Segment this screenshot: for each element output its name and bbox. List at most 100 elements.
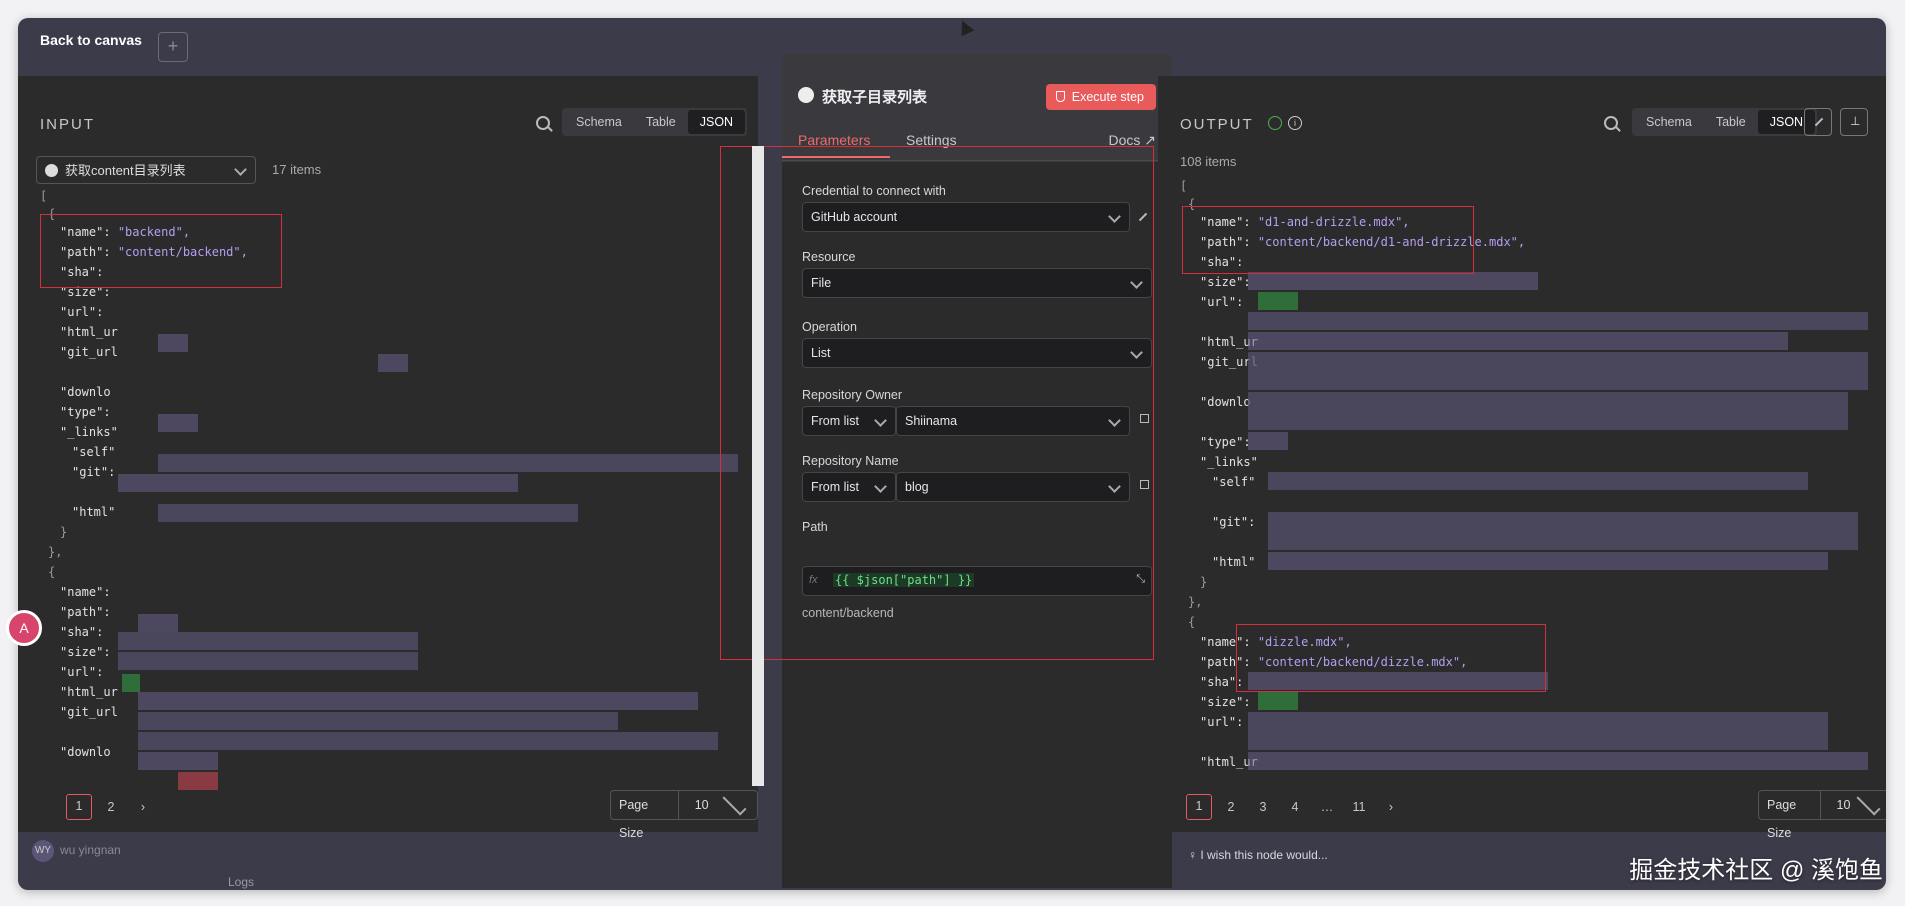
- json-key: "path":: [60, 605, 111, 619]
- redacted-block: [1248, 312, 1868, 330]
- page-button[interactable]: 2: [1218, 794, 1244, 820]
- page-size-select[interactable]: 10: [1819, 791, 1886, 819]
- view-table-tab[interactable]: Table: [1704, 110, 1758, 134]
- redacted-block: [118, 632, 418, 650]
- page-size-select[interactable]: 10: [677, 791, 757, 819]
- input-page-size: Page Size 10: [610, 790, 758, 840]
- redacted-block: [158, 414, 198, 432]
- json-key: "_links": [1200, 455, 1258, 469]
- json-key: "sha":: [60, 625, 104, 639]
- input-panel: INPUT Schema Table JSON 获取content目录列表 17…: [18, 76, 758, 840]
- redacted-block: [118, 474, 518, 492]
- json-key: "git_url: [60, 705, 118, 719]
- json-key: "url":: [60, 305, 104, 319]
- redacted-block: [178, 772, 218, 790]
- input-title: INPUT: [40, 116, 95, 133]
- redacted-block: [378, 354, 408, 372]
- chevron-down-icon: [1856, 791, 1881, 816]
- annotation-box: [1182, 206, 1474, 274]
- redacted-block: [1258, 692, 1298, 710]
- redacted-block: [138, 732, 718, 750]
- redacted-block: [1248, 752, 1868, 770]
- page-button[interactable]: 4: [1282, 794, 1308, 820]
- output-items-count: 108 items: [1180, 154, 1237, 169]
- redacted-block: [118, 652, 418, 670]
- redacted-block: [1268, 552, 1828, 570]
- chevron-down-icon: [722, 791, 747, 816]
- json-key: "self": [1212, 475, 1256, 489]
- scrollbar[interactable]: [752, 146, 764, 786]
- redacted-block: [138, 752, 218, 770]
- info-icon[interactable]: i: [1288, 116, 1302, 130]
- json-key: "name":: [60, 585, 111, 599]
- annotation-box: [1236, 624, 1546, 692]
- view-schema-tab[interactable]: Schema: [564, 110, 634, 134]
- redacted-block: [1268, 512, 1858, 550]
- redacted-block: [138, 614, 178, 632]
- json-key: "size":: [1200, 695, 1251, 709]
- app-badge-icon[interactable]: A: [6, 610, 42, 646]
- input-source-select[interactable]: 获取content目录列表: [36, 156, 256, 184]
- json-key: "git_url: [60, 345, 118, 359]
- json-key: "url":: [1200, 715, 1244, 729]
- json-key: "html_ur: [60, 685, 118, 699]
- next-page-icon[interactable]: ›: [130, 794, 156, 820]
- view-json-tab[interactable]: JSON: [687, 110, 746, 134]
- watermark: 掘金技术社区 @ 溪饱鱼: [1629, 857, 1883, 884]
- json-key: "html": [1212, 555, 1256, 569]
- json-key: "_links": [60, 425, 118, 439]
- back-to-canvas-button[interactable]: Back to canvas: [40, 32, 142, 48]
- search-icon[interactable]: [536, 116, 550, 130]
- lightbulb-icon: ♀: [1188, 848, 1197, 862]
- avatar: WY: [32, 840, 54, 862]
- redacted-block: [1248, 392, 1848, 430]
- json-key: "type":: [1200, 435, 1251, 449]
- edit-output-button[interactable]: [1804, 108, 1832, 136]
- annotation-box: [720, 146, 1154, 660]
- json-key: "html_ur: [60, 325, 118, 339]
- input-source-label: 获取content目录列表: [65, 163, 186, 178]
- page-size-value: 10: [694, 798, 709, 812]
- ndv-modal: Back to canvas + INPUT Schema Table JSON…: [18, 18, 1886, 890]
- json-key: "self": [72, 445, 116, 459]
- github-icon: [798, 87, 814, 103]
- json-key: "size":: [1200, 275, 1251, 289]
- redacted-block: [1258, 292, 1298, 310]
- redacted-block: [158, 504, 578, 522]
- page-button[interactable]: 11: [1346, 794, 1372, 820]
- node-title[interactable]: 获取子目录列表: [822, 86, 927, 107]
- view-table-tab[interactable]: Table: [634, 110, 688, 134]
- redacted-block: [1268, 472, 1808, 490]
- annotation-box: [40, 214, 282, 288]
- redacted-block: [1248, 352, 1868, 390]
- output-title: OUTPUT: [1180, 116, 1254, 133]
- execute-step-button[interactable]: Execute step: [1045, 84, 1156, 110]
- json-key: "type":: [60, 405, 111, 419]
- page-button[interactable]: 3: [1250, 794, 1276, 820]
- json-key: "downlo: [60, 745, 111, 759]
- logs-label[interactable]: Logs: [228, 875, 254, 889]
- add-node-button[interactable]: +: [158, 32, 188, 62]
- page-button[interactable]: 1: [66, 794, 92, 820]
- page-button[interactable]: 2: [98, 794, 124, 820]
- page-size-value: 10: [1836, 798, 1851, 812]
- redacted-block: [1248, 432, 1288, 450]
- feedback-link[interactable]: ♀ I wish this node would...: [1188, 848, 1328, 862]
- pin-icon: ⊥: [1850, 114, 1861, 128]
- json-key: "url":: [60, 665, 104, 679]
- pin-data-button[interactable]: ⊥: [1840, 108, 1868, 136]
- next-page-icon[interactable]: ›: [1378, 794, 1404, 820]
- redacted-block: [1248, 712, 1828, 750]
- view-schema-tab[interactable]: Schema: [1634, 110, 1704, 134]
- pencil-icon: [1814, 117, 1824, 127]
- redacted-block: [1248, 272, 1538, 290]
- json-key: "html": [72, 505, 116, 519]
- user-name: wu yingnan: [60, 843, 121, 858]
- search-icon[interactable]: [1604, 116, 1618, 130]
- feedback-text: I wish this node would...: [1200, 848, 1328, 862]
- page-ellipsis[interactable]: …: [1314, 794, 1340, 820]
- page-button[interactable]: 1: [1186, 794, 1212, 820]
- redacted-block: [1248, 332, 1788, 350]
- chevron-down-icon: [234, 163, 247, 176]
- user-menu[interactable]: WY wu yingnan: [32, 840, 121, 862]
